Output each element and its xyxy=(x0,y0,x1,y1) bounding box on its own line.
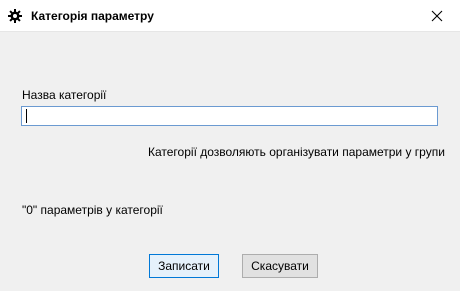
title-bar: Категорія параметру xyxy=(0,0,460,32)
category-name-label: Назва категорії xyxy=(22,88,107,102)
window-title: Категорія параметру xyxy=(31,9,154,23)
text-caret xyxy=(26,109,27,123)
close-button[interactable] xyxy=(414,0,460,31)
category-name-input[interactable] xyxy=(21,106,438,126)
parameter-count-text: "0" параметрів у категорії xyxy=(22,203,163,217)
gear-icon xyxy=(8,9,22,23)
save-button[interactable]: Записати xyxy=(149,254,219,278)
cancel-button[interactable]: Скасувати xyxy=(242,254,318,278)
close-icon xyxy=(431,10,443,21)
category-hint-text: Категорії дозволяють організувати параме… xyxy=(148,145,445,159)
